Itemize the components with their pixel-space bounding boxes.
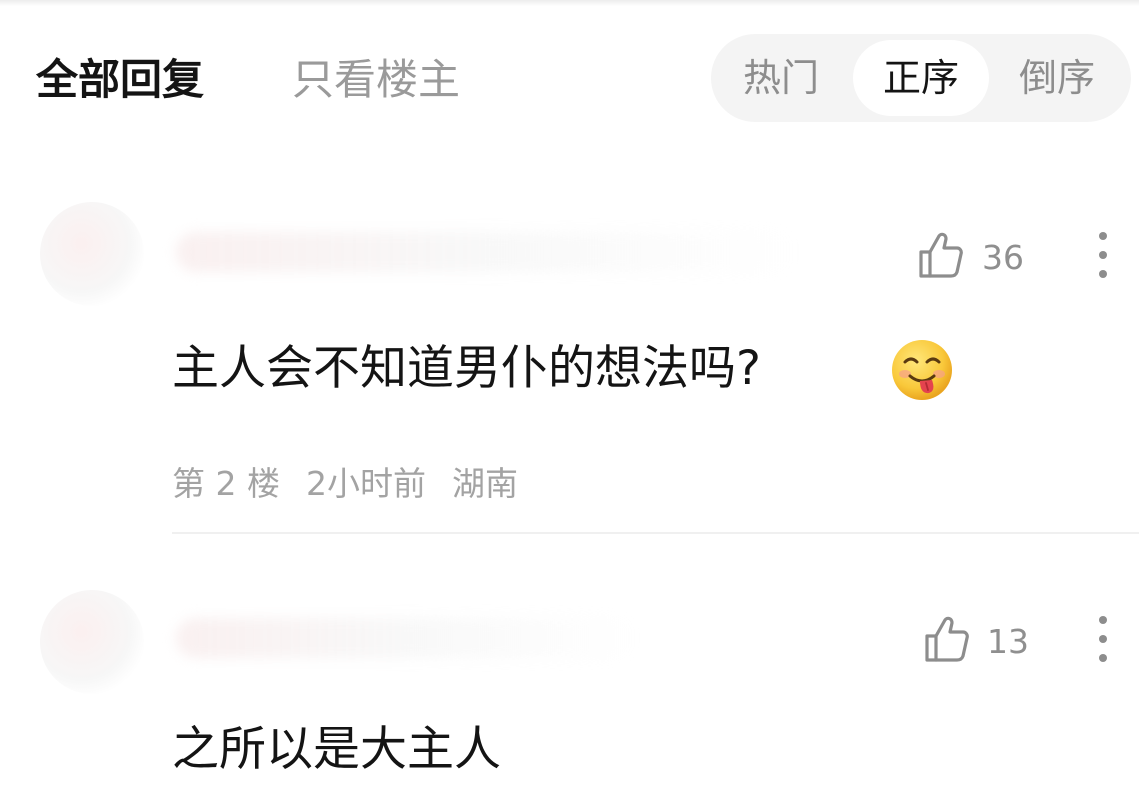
tab-op-only[interactable]: 只看楼主: [292, 52, 460, 108]
sort-switcher: 热门 正序 倒序: [711, 34, 1131, 122]
thumbs-up-icon: [925, 616, 969, 662]
like-count: 36: [982, 238, 1024, 277]
floor-number: 第 2 楼: [172, 464, 280, 503]
username[interactable]: [176, 232, 796, 272]
avatar[interactable]: [40, 202, 144, 306]
ip-location: 湖南: [451, 464, 518, 503]
tab-all-replies[interactable]: 全部回复: [36, 52, 204, 108]
comment-meta: 第 2 楼 2小时前 湖南: [172, 464, 544, 504]
like-count: 13: [987, 622, 1029, 661]
comment-text: 之所以是大主人: [172, 722, 501, 777]
comment-text: 主人会不知道男仆的想法吗?: [172, 341, 761, 396]
sort-hot-option[interactable]: 热门: [725, 40, 837, 116]
sort-descending-option[interactable]: 倒序: [1001, 40, 1113, 116]
username[interactable]: [176, 618, 636, 658]
post-time: 2小时前: [305, 464, 426, 503]
divider: [172, 532, 1139, 534]
top-edge-shadow: [0, 0, 1139, 6]
grinning-tongue-emoji: [890, 338, 954, 406]
like-button[interactable]: [924, 615, 970, 663]
reply-page: 全部回复 只看楼主 热门 正序 倒序 36 主人会不知道男仆的想法吗? 第 2 …: [0, 0, 1139, 799]
avatar[interactable]: [40, 590, 144, 694]
more-options-button[interactable]: [1093, 614, 1113, 666]
sort-ascending-option[interactable]: 正序: [853, 40, 989, 116]
like-button[interactable]: [918, 231, 964, 279]
more-options-button[interactable]: [1093, 230, 1113, 282]
thumbs-up-icon: [919, 232, 963, 278]
